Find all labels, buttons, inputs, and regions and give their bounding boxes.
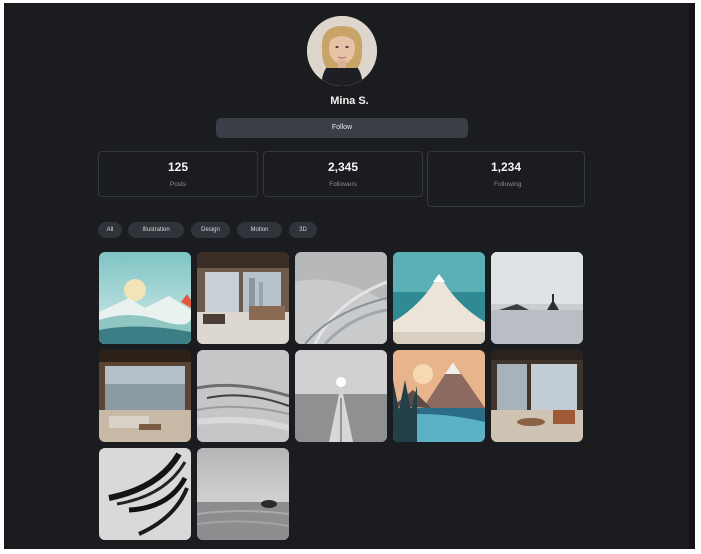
gallery-tile-sunset-road[interactable] <box>295 350 387 442</box>
gallery-tile-stone-sand[interactable] <box>197 448 289 540</box>
stat-following: 1,234 Following <box>427 151 585 207</box>
stat-label: Following <box>494 181 522 188</box>
avatar-image <box>307 16 377 86</box>
island-lake-photo <box>491 252 583 344</box>
profile-page: Mina S. Follow 125 Posts 2,345 Followers… <box>4 3 695 549</box>
filter-chip-all[interactable]: All <box>98 222 122 238</box>
gallery-tile-brush-strokes[interactable] <box>197 350 289 442</box>
filter-chip-illustration[interactable]: Illustration <box>128 222 184 238</box>
stat-followers: 2,345 Followers <box>263 151 423 197</box>
stone-on-sand-landscape <box>197 448 289 540</box>
mountain-lake-illustration <box>393 350 485 442</box>
filter-chip-motion[interactable]: Motion <box>237 222 282 238</box>
abstract-black-strokes <box>99 448 191 540</box>
stat-value: 1,234 <box>490 160 522 174</box>
follow-button[interactable]: Follow <box>216 118 468 138</box>
gallery-tile-black-strokes[interactable] <box>99 448 191 540</box>
gallery-tile-sunset-mountain[interactable] <box>99 252 191 344</box>
scrollbar-track[interactable] <box>689 3 695 549</box>
stat-value: 2,345 <box>327 160 359 174</box>
stat-label: Posts <box>169 181 187 188</box>
stat-posts: 125 Posts <box>98 151 258 197</box>
living-room-interior-photo-2 <box>491 350 583 442</box>
snowy-peak-illustration <box>393 252 485 344</box>
filter-chip-3d[interactable]: 3D <box>289 222 317 238</box>
sunset-road-landscape <box>295 350 387 442</box>
gallery-tile-living-room-2[interactable] <box>491 350 583 442</box>
modern-interior-photo <box>197 252 289 344</box>
gallery-tile-mountain-lake[interactable] <box>393 350 485 442</box>
sunset-mountain-illustration <box>99 252 191 344</box>
abstract-brush-strokes <box>197 350 289 442</box>
gallery-tile-abstract-waves[interactable] <box>295 252 387 344</box>
stat-value: 125 <box>167 160 189 174</box>
gallery-tile-island-lake[interactable] <box>491 252 583 344</box>
profile-name: Mina S. <box>330 95 369 107</box>
living-room-interior-photo <box>99 350 191 442</box>
filter-chip-design[interactable]: Design <box>191 222 230 238</box>
abstract-gray-waves <box>295 252 387 344</box>
stat-label: Followers <box>329 181 357 188</box>
gallery-tile-living-room[interactable] <box>99 350 191 442</box>
avatar[interactable] <box>307 16 377 86</box>
gallery-tile-modern-interior[interactable] <box>197 252 289 344</box>
gallery-tile-snowy-peak[interactable] <box>393 252 485 344</box>
